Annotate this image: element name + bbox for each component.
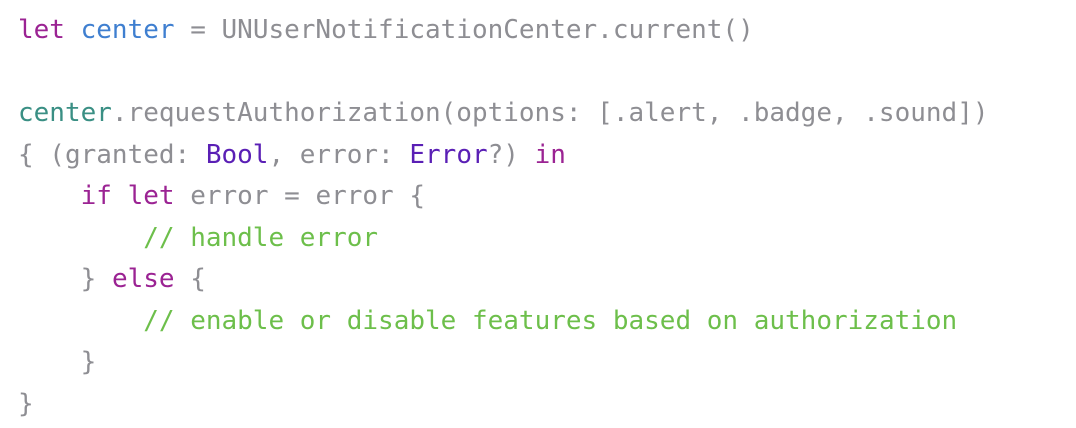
keyword-let: let: [18, 15, 65, 45]
opening-brace: {: [174, 264, 206, 294]
type-error: Error: [409, 139, 488, 170]
code-line-2-blank: [18, 52, 989, 94]
comment-handle-error: // handle error: [143, 222, 379, 253]
comment-enable-features: // enable or disable features based on a…: [143, 305, 958, 336]
closing-brace: }: [80, 264, 112, 294]
code-block: let center = UNUserNotificationCenter.cu…: [18, 10, 989, 425]
code-line-10: }: [18, 384, 989, 426]
code-line-1: let center = UNUserNotificationCenter.cu…: [18, 10, 989, 52]
closing-brace: }: [18, 388, 34, 419]
optional-marker: ?): [487, 139, 535, 170]
code-line-8: // enable or disable features based on a…: [18, 301, 989, 343]
param-separator: , error:: [268, 139, 410, 170]
assignment-expression: = UNUserNotificationCenter.current(): [174, 15, 754, 45]
code-line-7: } else {: [18, 259, 989, 301]
keyword-let: let: [127, 181, 175, 211]
code-line-6: // handle error: [18, 218, 989, 260]
keyword-if: if: [80, 181, 112, 211]
method-call: .requestAuthorization(options: [.alert, …: [111, 98, 989, 128]
code-line-3: center.requestAuthorization(options: [.a…: [18, 93, 989, 135]
identifier-center: center: [80, 15, 175, 45]
closure-open: { (granted:: [18, 139, 206, 170]
binding-expression: error = error {: [174, 181, 426, 211]
code-line-9: }: [18, 342, 989, 384]
keyword-else: else: [111, 264, 175, 294]
closing-brace: }: [80, 347, 97, 377]
keyword-in: in: [534, 139, 566, 170]
identifier-center-ref: center: [18, 98, 112, 128]
code-line-5: if let error = error {: [18, 176, 989, 218]
type-bool: Bool: [205, 139, 269, 170]
code-line-4: { (granted: Bool, error: Error?) in: [18, 135, 989, 177]
